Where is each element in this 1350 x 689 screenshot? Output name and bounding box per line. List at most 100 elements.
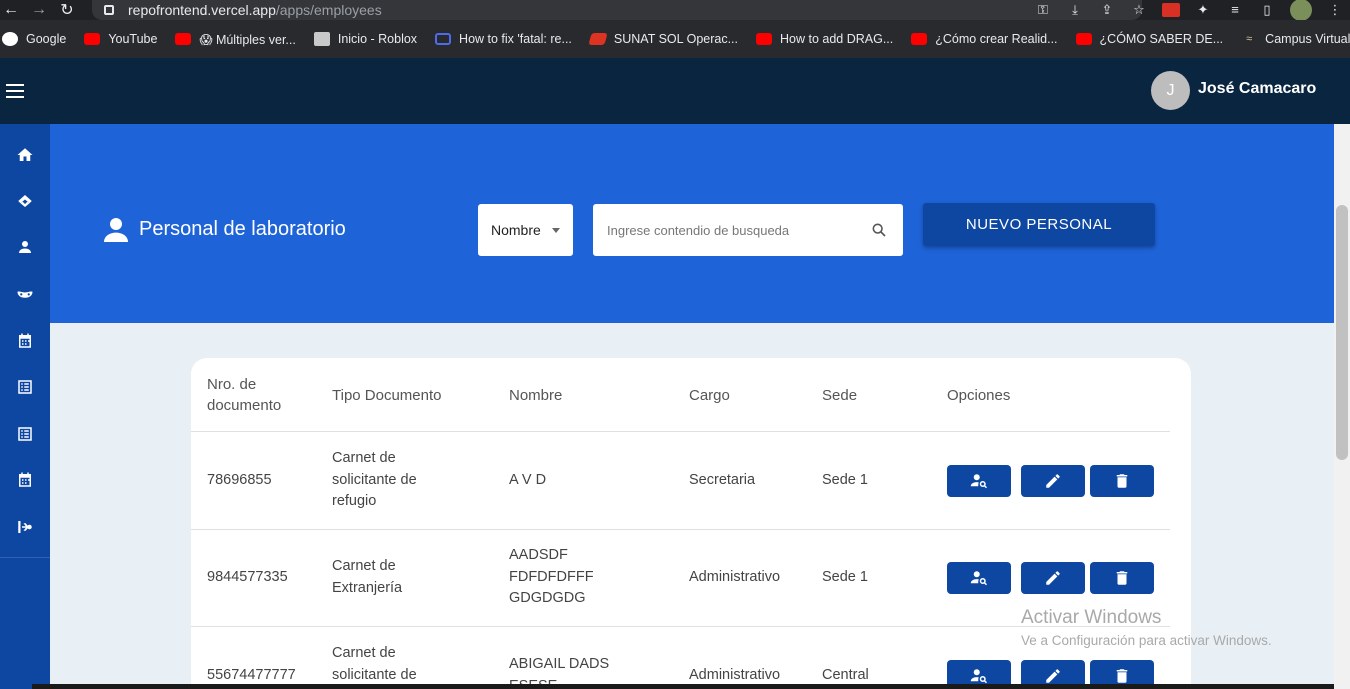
roblox-icon — [313, 32, 330, 46]
view-employee-button[interactable] — [947, 562, 1011, 594]
pencil-icon — [1046, 571, 1060, 585]
cell-document-type: Carnet de solicitante de refugio — [332, 450, 417, 509]
bookmark-item[interactable]: How to add DRAG... — [756, 32, 893, 46]
pencil-icon — [1046, 474, 1060, 488]
column-header-options: Opciones — [947, 387, 1011, 404]
handshake-icon — [18, 195, 32, 207]
search-field — [593, 204, 903, 256]
header-divider — [191, 431, 1170, 432]
google-icon — [2, 32, 18, 46]
scrollbar-thumb[interactable] — [1334, 205, 1350, 460]
trash-icon — [1116, 669, 1128, 683]
trash-icon — [1116, 474, 1128, 488]
user-avatar[interactable]: J — [1151, 71, 1190, 110]
filter-select[interactable]: Nombre — [478, 204, 573, 256]
youtube-icon — [756, 33, 773, 45]
caret-down-icon — [552, 228, 560, 233]
download-icon[interactable]: ⤓ — [1066, 3, 1084, 17]
forward-icon[interactable]: → — [28, 1, 50, 19]
extension-icon[interactable] — [1162, 3, 1180, 17]
page-header-banner: Personal de laboratorio Nombre NUEVO PER… — [50, 124, 1334, 323]
taskbar-edge — [32, 684, 1334, 689]
sidebar-item-list[interactable] — [0, 411, 50, 457]
delete-employee-button[interactable] — [1090, 562, 1154, 594]
sidebar-item-handshake[interactable] — [0, 178, 50, 224]
bookmark-label: ¿Cómo crear Realid... — [935, 32, 1058, 46]
cell-position: Secretaria — [689, 472, 756, 488]
cell-name: AADSDF FDFDFDFFF GDGDGDG — [509, 547, 594, 606]
calendar-icon — [19, 333, 31, 348]
url-host: repofrontend.vercel.app — [128, 2, 276, 18]
bookmark-item[interactable]: How to fix 'fatal: re... — [435, 32, 572, 46]
campus-icon: ≈ — [1246, 33, 1253, 45]
bookmark-label: Campus Virtual — [1265, 32, 1350, 46]
sidepanel-icon[interactable]: ▯ — [1258, 3, 1276, 17]
activation-watermark-title: Activar Windows — [1021, 607, 1162, 628]
cell-document: 78696855 — [207, 472, 272, 488]
column-header-document-type: Tipo Documento — [332, 387, 442, 404]
user-name[interactable]: José Camacaro — [1198, 80, 1316, 98]
bookmark-item[interactable]: YouTube — [84, 32, 157, 46]
edit-employee-button[interactable] — [1021, 562, 1085, 594]
youtube-icon — [175, 33, 192, 45]
hamburger-menu-icon[interactable] — [6, 84, 24, 98]
sidebar-item-calendar[interactable] — [0, 457, 50, 503]
back-icon[interactable]: ← — [0, 1, 22, 19]
url-path: /apps/employees — [275, 2, 382, 18]
cell-site: Sede 1 — [822, 569, 868, 585]
bookmark-label: SUNAT SOL Operac... — [613, 32, 739, 46]
calendar-icon — [19, 472, 31, 487]
bookmark-item[interactable]: ≈ Campus Virtual — [1241, 32, 1350, 46]
cell-position: Administrativo — [689, 569, 781, 585]
activation-watermark-text: Ve a Configuración para activar Windows. — [1021, 633, 1272, 648]
view-employee-button[interactable] — [947, 465, 1011, 497]
sidebar-item-person[interactable] — [0, 224, 50, 270]
bookmark-item[interactable]: ¿CÓMO SABER DE... — [1075, 32, 1223, 46]
key-icon[interactable]: ⚿ — [1034, 3, 1052, 17]
column-header-site: Sede — [822, 387, 858, 404]
playlist-icon[interactable]: ≡ — [1226, 3, 1244, 17]
cell-site: Sede 1 — [822, 472, 868, 488]
profile-avatar[interactable] — [1290, 0, 1312, 21]
bookmark-label: Inicio - Roblox — [337, 32, 418, 46]
lock-icon — [104, 5, 114, 15]
column-header-document: Nro. de documento — [207, 376, 282, 414]
reload-icon[interactable]: ↻ — [56, 0, 78, 20]
address-bar[interactable]: repofrontend.vercel.app /apps/employees — [92, 0, 1142, 20]
home-icon — [17, 148, 33, 161]
bookmark-item[interactable]: SUNAT SOL Operac... — [588, 32, 739, 46]
person-icon — [19, 241, 31, 253]
bookmark-item[interactable]: Google — [2, 32, 66, 46]
search-icon[interactable] — [871, 222, 887, 238]
delete-employee-button[interactable] — [1090, 465, 1154, 497]
sidebar-item-calendar[interactable] — [0, 318, 50, 364]
bookmark-label: YouTube — [108, 32, 158, 46]
column-header-position: Cargo — [689, 387, 730, 404]
bookmark-item[interactable]: 😱 Múltiples ver... — [175, 32, 296, 47]
sidebar-item-mask[interactable] — [0, 271, 50, 317]
cell-name: A V D — [509, 472, 547, 488]
sidebar-item-list[interactable] — [0, 364, 50, 410]
sidebar-item-home[interactable] — [0, 132, 50, 178]
edit-employee-button[interactable] — [1021, 465, 1085, 497]
bookmark-item[interactable]: ¿Cómo crear Realid... — [911, 32, 1058, 46]
kebab-menu-icon[interactable]: ⋮ — [1326, 3, 1344, 17]
person-icon — [104, 218, 128, 242]
new-personnel-button[interactable]: NUEVO PERSONAL — [923, 203, 1155, 246]
search-input[interactable] — [607, 204, 857, 256]
list-icon — [18, 427, 32, 441]
share-icon[interactable]: ⇪ — [1098, 3, 1116, 17]
cell-document-type: Carnet de Extranjería — [332, 558, 403, 596]
youtube-icon — [1075, 33, 1092, 45]
puzzle-icon[interactable]: ✦ — [1194, 3, 1212, 17]
person-search-icon — [970, 669, 988, 684]
filter-selected-value: Nombre — [491, 222, 541, 238]
mask-icon — [17, 291, 33, 298]
bookmark-item[interactable]: Inicio - Roblox — [313, 32, 418, 46]
bookmark-label: How to add DRAG... — [780, 32, 894, 46]
bookmark-label: How to fix 'fatal: re... — [459, 32, 572, 46]
sidebar-item-flow[interactable] — [0, 504, 50, 550]
youtube-icon — [911, 33, 928, 45]
cell-document: 9844577335 — [207, 569, 288, 585]
star-icon[interactable]: ☆ — [1130, 3, 1148, 17]
